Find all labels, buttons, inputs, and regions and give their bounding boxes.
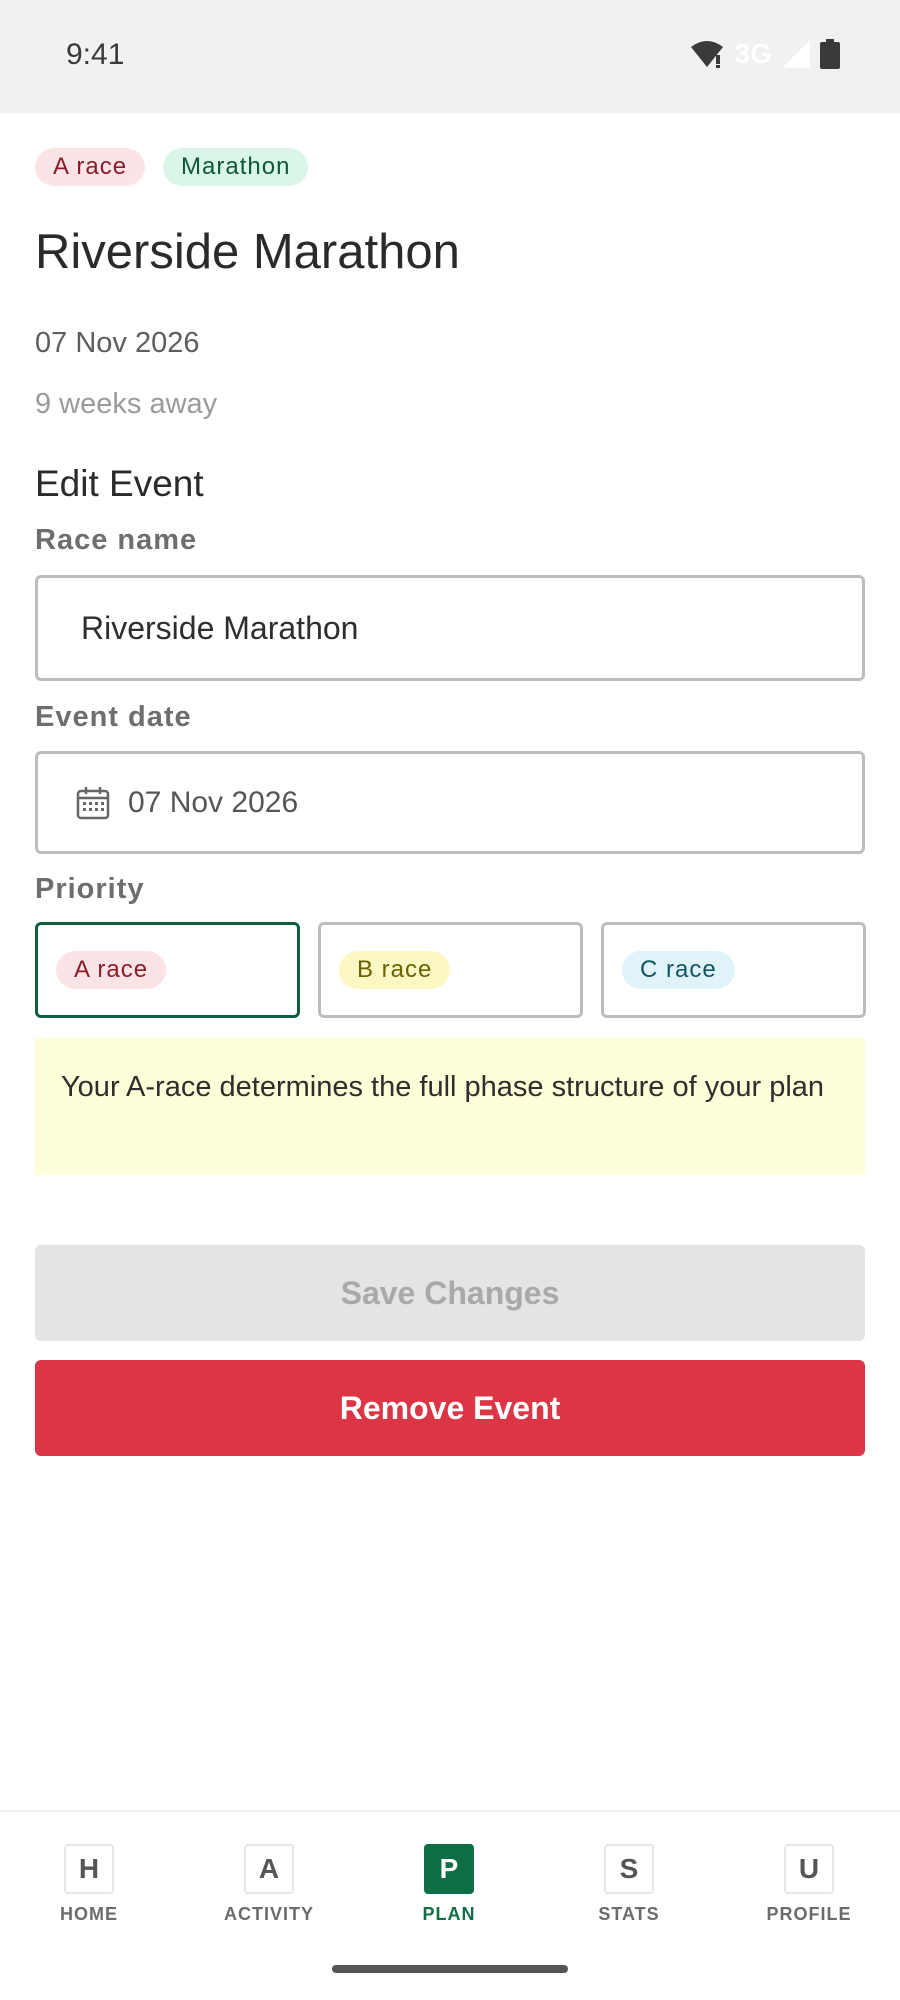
status-time: 9:41 xyxy=(66,38,125,71)
nav-label-profile: PROFILE xyxy=(766,1904,852,1924)
status-icons: 3G xyxy=(689,38,840,70)
nav-item-activity[interactable]: A ACTIVITY xyxy=(194,1844,344,1925)
nav-item-profile[interactable]: U PROFILE xyxy=(734,1844,884,1925)
activity-icon: A xyxy=(244,1844,294,1894)
section-title: Edit Event xyxy=(35,463,204,504)
save-changes-button[interactable]: Save Changes xyxy=(35,1245,865,1341)
status-bar: 9:41 3G xyxy=(0,0,900,113)
plan-icon: P xyxy=(424,1844,474,1894)
race-name-value: Riverside Marathon xyxy=(81,609,359,646)
page-title: Riverside Marathon xyxy=(35,225,460,279)
home-indicator[interactable] xyxy=(332,1965,568,1973)
nav-label-stats: STATS xyxy=(598,1904,660,1924)
priority-option-c-label: C race xyxy=(622,951,735,989)
event-date-input[interactable]: 07 Nov 2026 xyxy=(35,751,865,854)
race-type-tag: Marathon xyxy=(163,148,309,186)
priority-option-c[interactable]: C race xyxy=(601,922,866,1018)
priority-option-a[interactable]: A race xyxy=(35,922,300,1018)
race-date: 07 Nov 2026 xyxy=(35,327,200,359)
signal-icon xyxy=(782,40,810,68)
event-date-label: Event date xyxy=(35,701,192,733)
wifi-icon xyxy=(690,41,723,68)
race-name-label: Race name xyxy=(35,524,198,556)
priority-option-b-label: B race xyxy=(339,951,451,989)
race-countdown: 9 weeks away xyxy=(35,388,218,420)
race-tags: A race Marathon xyxy=(35,148,309,186)
priority-label: Priority xyxy=(35,873,145,905)
nav-item-stats[interactable]: S STATS xyxy=(554,1844,704,1925)
nav-label-activity: ACTIVITY xyxy=(223,1904,314,1924)
priority-option-b[interactable]: B race xyxy=(318,922,583,1018)
event-date-value: 07 Nov 2026 xyxy=(128,785,299,819)
priority-selector: A race B race C race xyxy=(35,922,866,1018)
priority-info-note: Your A-race determines the full phase st… xyxy=(35,1038,865,1175)
home-icon: H xyxy=(64,1844,114,1894)
priority-option-a-label: A race xyxy=(56,951,167,989)
nav-item-plan[interactable]: P PLAN xyxy=(374,1844,524,1925)
remove-event-button[interactable]: Remove Event xyxy=(35,1360,865,1456)
priority-tag: A race xyxy=(35,148,146,186)
profile-icon: U xyxy=(784,1844,834,1894)
battery-icon xyxy=(820,39,840,69)
calendar-icon xyxy=(76,786,110,819)
nav-label-home: HOME xyxy=(60,1904,118,1924)
nav-item-home[interactable]: H HOME xyxy=(14,1844,164,1925)
stats-icon: S xyxy=(604,1844,654,1894)
nav-label-plan: PLAN xyxy=(422,1904,476,1924)
race-name-input[interactable]: Riverside Marathon xyxy=(35,575,865,681)
network-type: 3G xyxy=(734,38,772,69)
